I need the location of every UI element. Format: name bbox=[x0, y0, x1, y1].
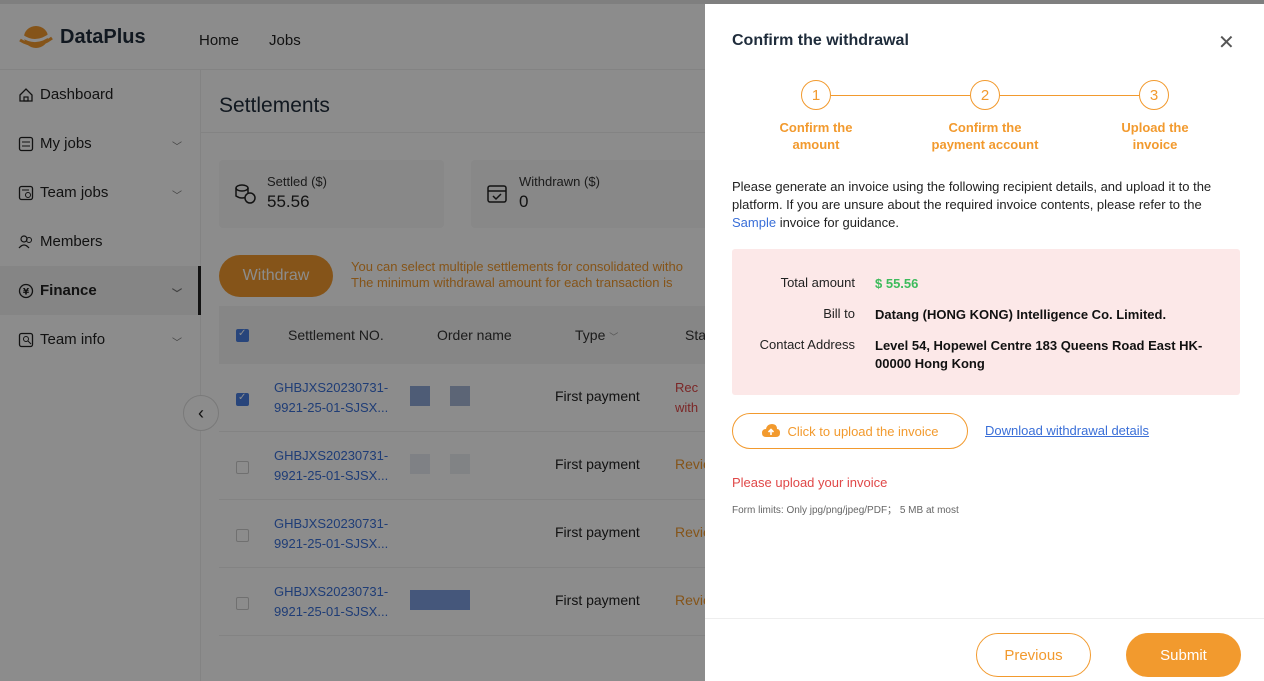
app-root: DataPlus Home Jobs Dashboard My jobs ﹀ T… bbox=[0, 0, 1264, 681]
total-amount-label: Total amount bbox=[780, 275, 855, 290]
invoice-details-box: Total amount $ 55.56 Bill to Datang (HON… bbox=[732, 249, 1240, 395]
step-2-circle: 2 bbox=[970, 80, 1000, 110]
sample-link[interactable]: Sample bbox=[732, 215, 776, 230]
step-label-line: invoice bbox=[1132, 137, 1178, 152]
step-2-label: Confirm the payment account bbox=[915, 119, 1055, 153]
total-amount-value: $ 55.56 bbox=[875, 276, 919, 291]
step-3-label: Upload the invoice bbox=[1085, 119, 1225, 153]
instructions-text: Please generate an invoice using the fol… bbox=[732, 178, 1242, 232]
footer-divider bbox=[705, 618, 1264, 619]
step-label-line: Confirm the bbox=[948, 120, 1022, 135]
step-connector bbox=[1000, 95, 1139, 96]
withdrawal-drawer: Confirm the withdrawal ✕ 1 2 3 Confirm t… bbox=[705, 4, 1264, 681]
upload-invoice-button[interactable]: Click to upload the invoice bbox=[732, 413, 968, 449]
upload-label: Click to upload the invoice bbox=[787, 423, 939, 439]
form-limits-text: Form limits: Only jpg/png/jpeg/PDF； 5 MB… bbox=[732, 505, 959, 516]
step-label-line: Upload the bbox=[1121, 120, 1189, 135]
address-value: Level 54, Hopewel Centre 183 Queens Road… bbox=[875, 338, 1203, 371]
step-3-circle: 3 bbox=[1139, 80, 1169, 110]
cloud-upload-icon bbox=[762, 424, 781, 437]
step-label-line: amount bbox=[792, 137, 840, 152]
previous-button[interactable]: Previous bbox=[976, 633, 1091, 677]
address-label: Contact Address bbox=[759, 337, 855, 352]
step-label-line: payment account bbox=[931, 137, 1039, 152]
desc-text: invoice for guidance. bbox=[776, 215, 899, 230]
download-details-link[interactable]: Download withdrawal details bbox=[985, 423, 1149, 438]
step-connector bbox=[831, 95, 970, 96]
bill-to-value: Datang (HONG KONG) Intelligence Co. Limi… bbox=[875, 307, 1167, 322]
step-1-label: Confirm the amount bbox=[746, 119, 886, 153]
step-1-circle: 1 bbox=[801, 80, 831, 110]
upload-error-text: Please upload your invoice bbox=[732, 475, 888, 490]
close-icon[interactable]: ✕ bbox=[1218, 30, 1235, 55]
bill-to-label: Bill to bbox=[823, 306, 855, 321]
drawer-title: Confirm the withdrawal bbox=[732, 32, 909, 49]
step-label-line: Confirm the bbox=[779, 120, 853, 135]
desc-text: Please generate an invoice using the fol… bbox=[732, 179, 1212, 212]
submit-button[interactable]: Submit bbox=[1126, 633, 1241, 677]
